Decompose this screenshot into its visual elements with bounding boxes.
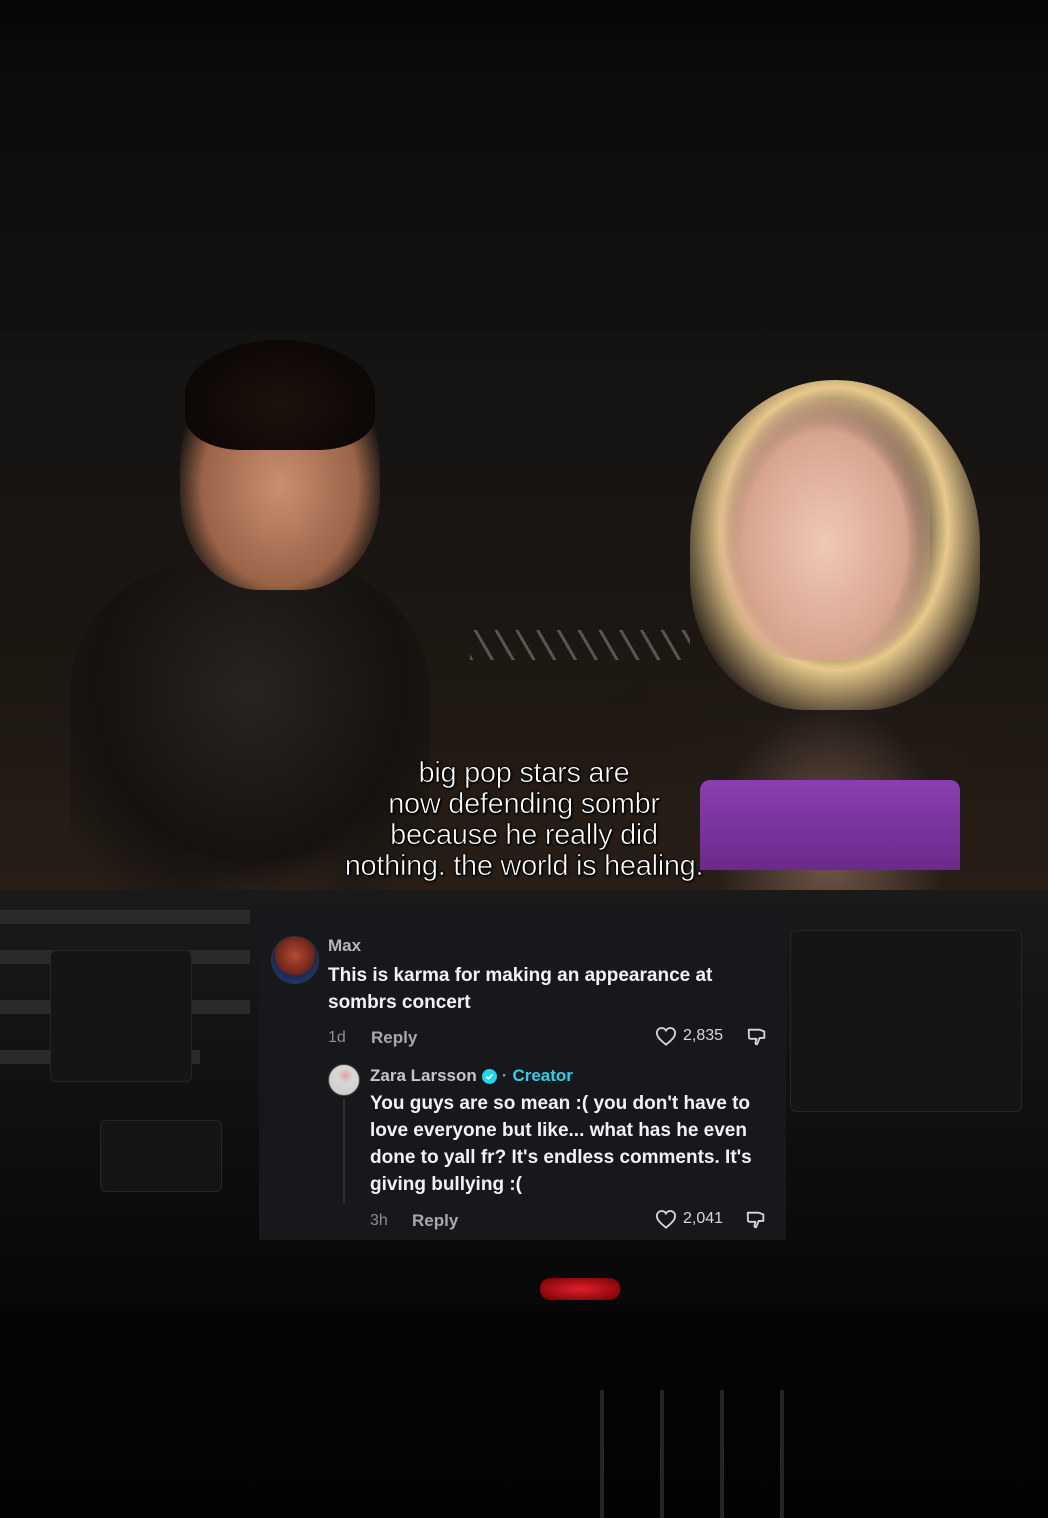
stage-truss: [470, 630, 690, 660]
heart-icon: [655, 1210, 677, 1229]
comment-timestamp: 1d: [328, 1029, 346, 1046]
reply-header: Zara Larsson · Creator: [370, 1066, 573, 1086]
barrier-rail: [0, 910, 250, 924]
caption-line: big pop stars are: [418, 757, 630, 789]
reply-thread-line: [343, 1098, 345, 1204]
dislike-button[interactable]: [745, 1209, 767, 1236]
avatar[interactable]: [328, 1064, 360, 1096]
stage-equipment: [100, 1120, 222, 1192]
stage-equipment: [790, 930, 1022, 1112]
like-count: 2,041: [683, 1210, 724, 1227]
comment-text: This is karma for making an appearance a…: [328, 965, 713, 1013]
performer-right-face: [720, 400, 930, 660]
thumbs-down-icon: [746, 1211, 765, 1229]
scaffolding: [600, 1390, 820, 1518]
reply-button[interactable]: Reply: [371, 1028, 417, 1048]
reply-text: You guys are so mean :( you don't have t…: [370, 1093, 752, 1195]
stage-red-light: [540, 1278, 620, 1300]
performer-left-hair: [185, 340, 375, 450]
caption-line: nothing. the world is healing.: [344, 850, 704, 882]
heart-icon: [655, 1027, 677, 1046]
reply-button[interactable]: Reply: [412, 1211, 458, 1231]
reply-author[interactable]: Zara Larsson: [370, 1066, 477, 1086]
comment-card: Max This is karma for making an appearan…: [259, 918, 786, 1240]
stage-equipment: [50, 950, 192, 1082]
caption-line: because he really did: [390, 819, 659, 851]
verified-badge-icon: [481, 1068, 497, 1084]
like-button[interactable]: 2,835: [655, 1026, 723, 1046]
dislike-button[interactable]: [746, 1026, 768, 1053]
comment-author[interactable]: Max: [328, 936, 361, 956]
like-button[interactable]: 2,041: [655, 1209, 723, 1229]
video-caption: big pop stars are now defending sombr be…: [300, 757, 748, 882]
separator-dot: ·: [501, 1066, 508, 1085]
creator-label: Creator: [512, 1066, 573, 1085]
like-count: 2,835: [683, 1027, 724, 1044]
caption-line: now defending sombr: [388, 788, 660, 820]
avatar[interactable]: [271, 936, 319, 984]
thumbs-down-icon: [747, 1028, 766, 1046]
reply-timestamp: 3h: [370, 1212, 388, 1229]
